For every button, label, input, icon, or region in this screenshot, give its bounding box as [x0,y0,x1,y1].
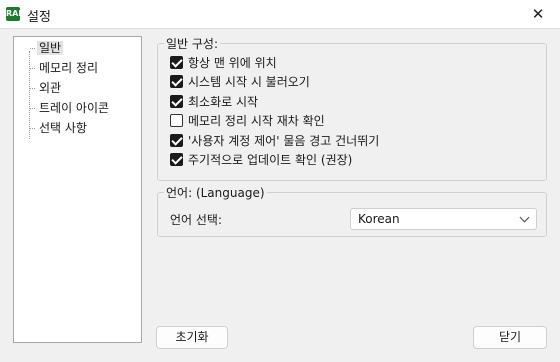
option-label: 항상 맨 위에 위치 [188,56,277,70]
tree-item-label: 외관 [39,81,62,95]
checkbox[interactable] [170,114,183,127]
language-select-value: Korean [358,212,400,226]
option-label: 메모리 정리 시작 재차 확인 [188,114,325,128]
close-icon: ✕ [531,5,545,23]
window-title: 설정 [27,10,51,25]
checkbox[interactable] [170,153,183,166]
close-button[interactable]: 닫기 [473,326,547,349]
dialog-content: 일반 메모리 정리 외관 트레이 아이콘 선택 사항 일반 구성: 항상 맨 위… [0,29,560,362]
checkbox[interactable] [170,134,183,147]
checkbox[interactable] [170,95,183,108]
checkbox[interactable] [170,56,183,69]
language-select[interactable]: Korean [350,208,537,230]
option-label: '사용자 계정 제어' 물음 경고 건너뛰기 [188,134,380,148]
general-config-group: 일반 구성: 항상 맨 위에 위치 시스템 시작 시 불러오기 최소화로 시작 … [157,35,547,181]
tree-item-tray-icon[interactable]: 트레이 아이콘 [30,99,109,117]
close-window-button[interactable]: ✕ [516,0,560,28]
option-label: 시스템 시작 시 불러오기 [188,75,310,89]
app-icon: RAM [6,7,26,21]
language-select-label: 언어 선택: [170,213,223,227]
title-bar: RAM 설정 ✕ [0,0,560,29]
tree-item-options[interactable]: 선택 사항 [30,119,87,137]
language-group: 언어: (Language) 언어 선택: Korean [157,184,547,237]
settings-window: RAM 설정 ✕ 일반 메모리 정리 외관 트레이 아이콘 선택 사항 일반 구… [0,0,560,362]
tree-item-label: 일반 [37,41,64,55]
language-legend: 언어: (Language) [164,184,267,201]
option-label: 최소화로 시작 [188,95,259,109]
tree-item-label: 트레이 아이콘 [39,101,110,115]
option-label: 주기적으로 업데이트 확인 (권장) [188,153,353,167]
tree-item-memory-cleanup[interactable]: 메모리 정리 [30,59,98,77]
reset-button[interactable]: 초기화 [156,326,228,349]
settings-tree: 일반 메모리 정리 외관 트레이 아이콘 선택 사항 [13,36,142,343]
tree-item-label: 선택 사항 [39,121,87,135]
tree-item-general[interactable]: 일반 [30,39,64,57]
chevron-down-icon [519,212,530,223]
general-config-legend: 일반 구성: [164,35,221,52]
checkbox[interactable] [170,75,183,88]
tree-item-appearance[interactable]: 외관 [30,79,61,97]
tree-item-label: 메모리 정리 [39,61,99,75]
